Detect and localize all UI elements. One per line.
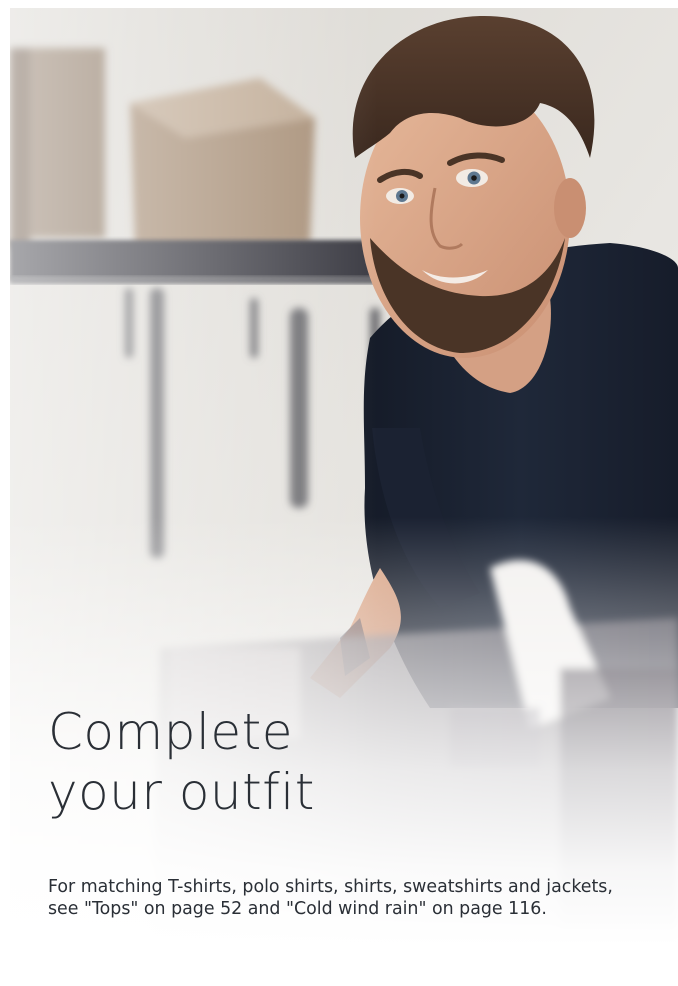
photo-fade-overlay [10,8,678,986]
headline-line-2: your outfit [48,763,315,821]
body-paragraph: For matching T-shirts, polo shirts, shir… [48,877,613,919]
hero-photo [10,8,678,986]
headline-line-1: Complete [48,703,293,761]
brochure-page: Complete your outfit For matching T-shir… [0,0,678,986]
page-headline: Complete your outfit [48,702,315,822]
